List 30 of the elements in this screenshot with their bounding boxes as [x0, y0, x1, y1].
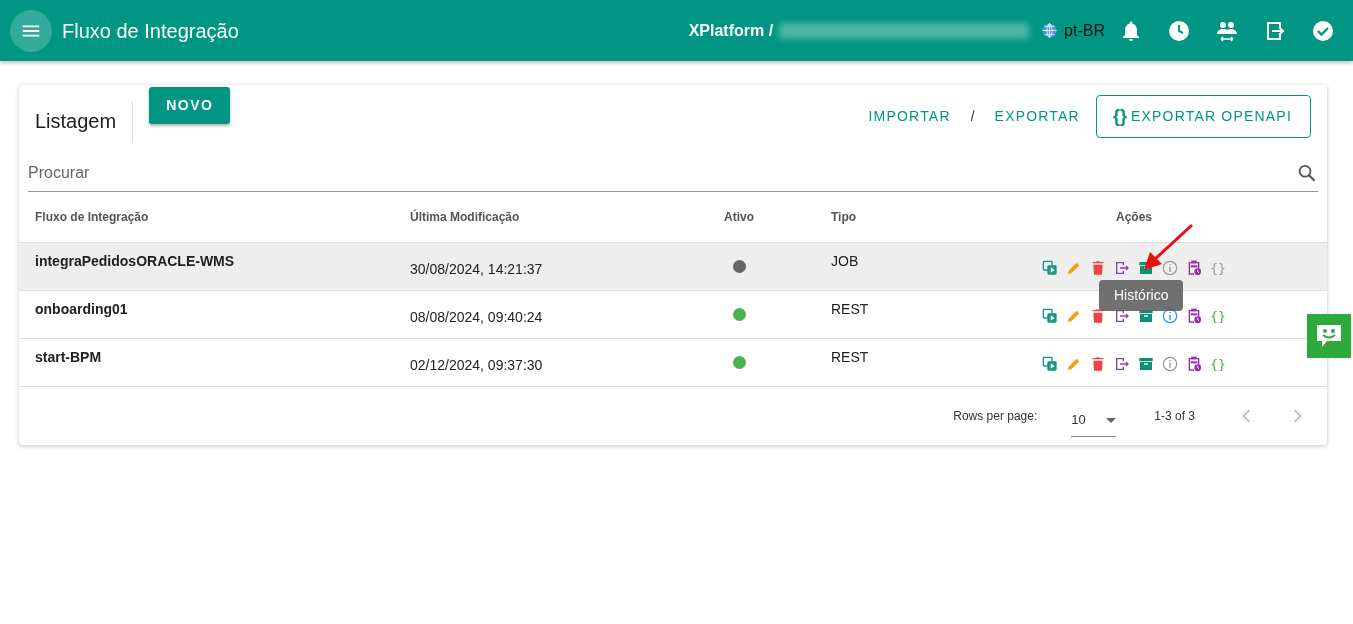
- app-title: Fluxo de Integração: [62, 18, 239, 44]
- openapi-button[interactable]: {}: [1210, 306, 1226, 326]
- export-link[interactable]: EXPORTAR: [988, 104, 1086, 128]
- platform-name: XPlatform /: [688, 20, 774, 41]
- column-header: Tipo: [831, 209, 857, 224]
- tooltip: Histórico: [1099, 280, 1184, 311]
- type-label: REST: [831, 300, 869, 317]
- flow-name: onboarding01: [35, 300, 128, 317]
- import-link[interactable]: IMPORTAR: [862, 104, 957, 128]
- type-label: JOB: [831, 252, 859, 269]
- flow-name: start-BPM: [35, 348, 102, 365]
- export-openapi-button[interactable]: {} EXPORTAR OPENAPI: [1095, 94, 1311, 138]
- new-button[interactable]: NOVO: [149, 87, 231, 124]
- language-selector[interactable]: pt-BR: [1064, 18, 1105, 43]
- column-header: Ações: [1116, 209, 1152, 224]
- listing-title: Listagem: [35, 101, 134, 141]
- flow-name: integraPedidosORACLE-WMS: [35, 252, 235, 269]
- column-header: Fluxo de Integração: [35, 209, 149, 224]
- rows-per-page-select[interactable]: 10: [1071, 404, 1117, 437]
- column-header: Última Modificação: [410, 209, 520, 224]
- modified-date: 08/08/2024, 09:40:24: [410, 308, 543, 325]
- modified-date: 02/12/2024, 09:37:30: [410, 356, 543, 373]
- type-label: REST: [831, 348, 869, 365]
- openapi-button[interactable]: {}: [1210, 258, 1226, 278]
- openapi-button[interactable]: {}: [1210, 354, 1226, 374]
- modified-date: 30/08/2024, 14:21:37: [410, 260, 543, 277]
- separator: /: [970, 106, 975, 126]
- rows-per-page-label: Rows per page:: [953, 407, 1038, 425]
- column-header: Ativo: [724, 209, 754, 224]
- page-range: 1-3 of 3: [1154, 407, 1195, 425]
